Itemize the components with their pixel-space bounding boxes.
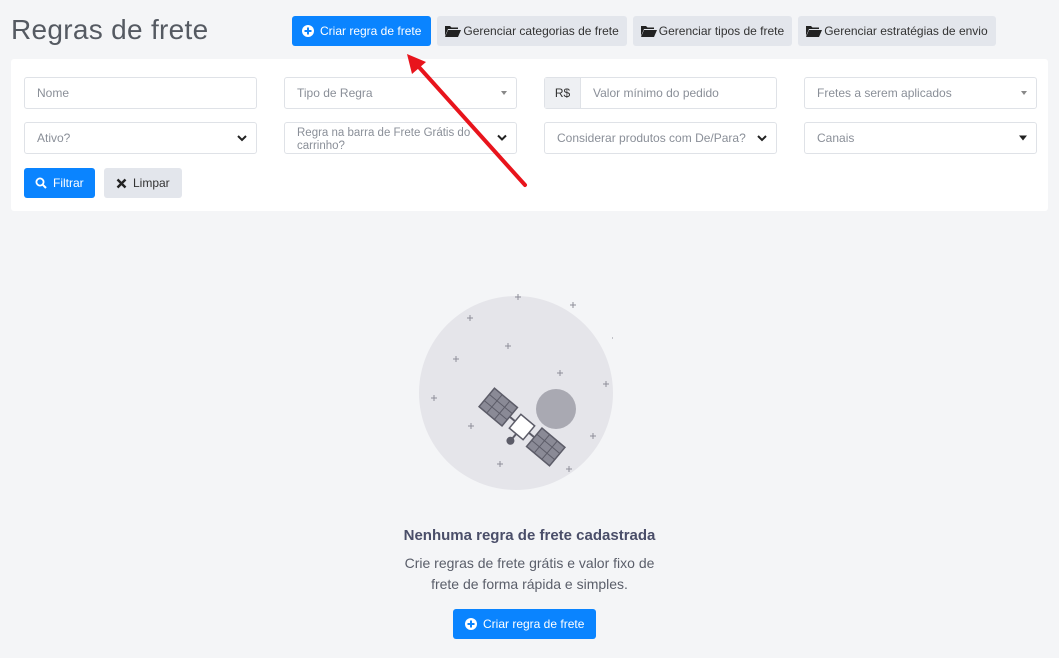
search-icon <box>35 177 47 189</box>
manage-categories-button[interactable]: Gerenciar categorias de frete <box>437 16 627 46</box>
rule-type-placeholder: Tipo de Regra <box>297 86 373 100</box>
depara-select[interactable]: Considerar produtos com De/Para? <box>544 122 777 154</box>
currency-prefix: R$ <box>545 78 581 108</box>
filter-button[interactable]: Filtrar <box>24 168 95 198</box>
manage-strategies-label: Gerenciar estratégias de envio <box>824 24 988 38</box>
create-rule-button[interactable]: Criar regra de frete <box>292 16 432 46</box>
manage-strategies-button[interactable]: Gerenciar estratégias de envio <box>798 16 996 46</box>
filter-label: Filtrar <box>53 176 84 190</box>
empty-state-create-button[interactable]: Criar regra de frete <box>453 609 597 639</box>
filter-panel: Nome Tipo de Regra R$ Valor mínimo do pe… <box>11 59 1048 211</box>
empty-state-create-label: Criar regra de frete <box>483 617 585 631</box>
page-title: Regras de frete <box>11 14 209 45</box>
name-placeholder: Nome <box>37 86 70 100</box>
channels-placeholder: Canais <box>817 131 855 145</box>
chevron-down-icon <box>237 131 247 145</box>
create-rule-label: Criar regra de frete <box>320 24 422 38</box>
manage-categories-label: Gerenciar categorias de frete <box>463 24 619 38</box>
empty-state-description-line2: frete de forma rápida e simples. <box>431 576 628 592</box>
min-order-input[interactable]: R$ Valor mínimo do pedido <box>544 77 777 109</box>
chevron-down-icon <box>757 131 767 145</box>
caret-down-icon <box>1019 135 1027 141</box>
min-order-placeholder: Valor mínimo do pedido <box>593 86 719 100</box>
empty-state-description: Crie regras de frete grátis e valor fixo… <box>0 553 1059 595</box>
folder-open-icon <box>806 25 823 37</box>
header-actions: Criar regra de frete Gerenciar categoria… <box>292 16 996 46</box>
plus-circle-icon <box>302 25 314 37</box>
clear-label: Limpar <box>133 176 170 190</box>
satellite-icon <box>419 283 618 493</box>
active-select[interactable]: Ativo? <box>24 122 257 154</box>
folder-open-icon <box>445 25 462 37</box>
plus-circle-icon <box>465 618 477 630</box>
caret-down-icon <box>501 91 507 95</box>
free-shipping-bar-select[interactable]: Regra na barra de Frete Grátis do carrin… <box>284 122 517 154</box>
clear-button[interactable]: Limpar <box>104 168 182 198</box>
caret-down-icon <box>1021 91 1027 95</box>
shipping-applied-select[interactable]: Fretes a serem aplicados <box>804 77 1037 109</box>
depara-placeholder: Considerar produtos com De/Para? <box>557 131 746 145</box>
channels-select[interactable]: Canais <box>804 122 1037 154</box>
rule-type-select[interactable]: Tipo de Regra <box>284 77 517 109</box>
manage-types-button[interactable]: Gerenciar tipos de frete <box>632 16 793 46</box>
x-icon <box>116 178 127 189</box>
free-shipping-bar-placeholder: Regra na barra de Frete Grátis do carrin… <box>297 127 471 152</box>
chevron-down-icon <box>497 132 507 145</box>
empty-state-description-line1: Crie regras de frete grátis e valor fixo… <box>404 555 655 571</box>
name-input[interactable]: Nome <box>24 77 257 109</box>
manage-types-label: Gerenciar tipos de frete <box>658 24 785 38</box>
empty-state-title: Nenhuma regra de frete cadastrada <box>403 527 656 544</box>
shipping-applied-placeholder: Fretes a serem aplicados <box>817 86 952 100</box>
active-placeholder: Ativo? <box>37 131 71 145</box>
folder-open-icon <box>640 25 657 37</box>
